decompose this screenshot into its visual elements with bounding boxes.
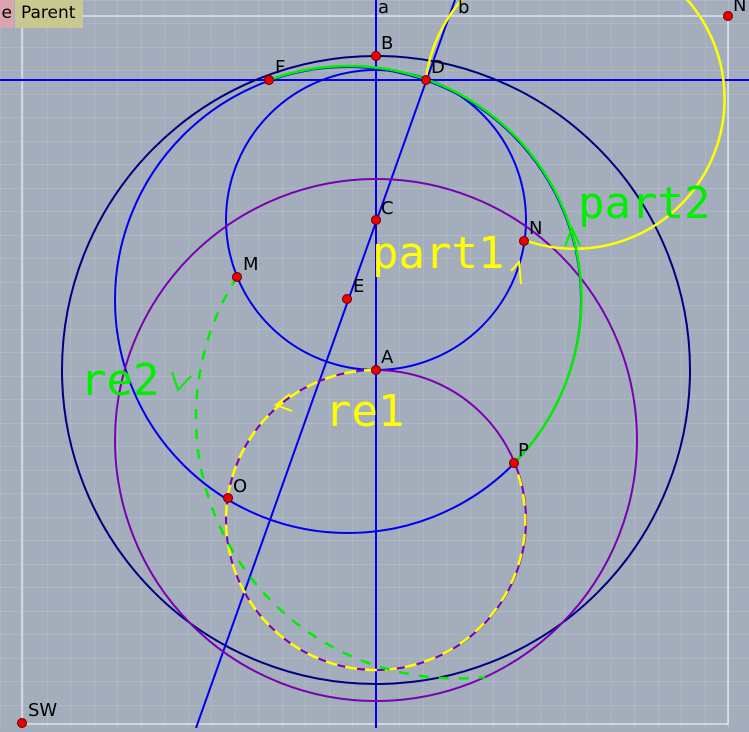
point-M[interactable] [232,272,242,282]
point-B[interactable] [371,51,381,61]
point-F-label: F [275,57,285,78]
point-E-label: E [353,276,364,297]
parent-button[interactable]: Parent [15,0,83,28]
point-C[interactable] [371,215,381,225]
point-sw-corner[interactable] [17,718,27,728]
partial-toolbar-button[interactable]: e [0,0,14,28]
point-D-label: D [431,57,445,78]
point-N-label: N [529,218,542,239]
re1-label: re1 [325,386,404,437]
point-B-label: B [381,33,393,54]
point-E[interactable] [342,294,352,304]
corner-ne-label: N [733,0,746,16]
line-a-label: a [378,0,389,18]
point-C-label: C [381,198,394,219]
geometry-drawing[interactable]: a b N SW B F D C N M E A P O part1 part2… [0,0,749,729]
part1-label: part1 [372,228,504,279]
point-N[interactable] [519,236,529,246]
corner-sw-label: SW [28,700,57,721]
part2-label: part2 [578,178,710,229]
point-O[interactable] [223,493,233,503]
point-M-label: M [243,254,259,275]
point-O-label: O [233,476,247,497]
point-A-label: A [381,347,394,368]
re2-label: re2 [80,355,159,406]
point-A[interactable] [371,365,381,375]
line-b-label: b [458,0,469,18]
point-ne-corner[interactable] [723,11,733,21]
point-D[interactable] [421,75,431,85]
geometry-canvas[interactable]: a b N SW B F D C N M E A P O part1 part2… [0,0,749,729]
point-P-label: P [518,440,529,461]
point-F[interactable] [264,75,274,85]
